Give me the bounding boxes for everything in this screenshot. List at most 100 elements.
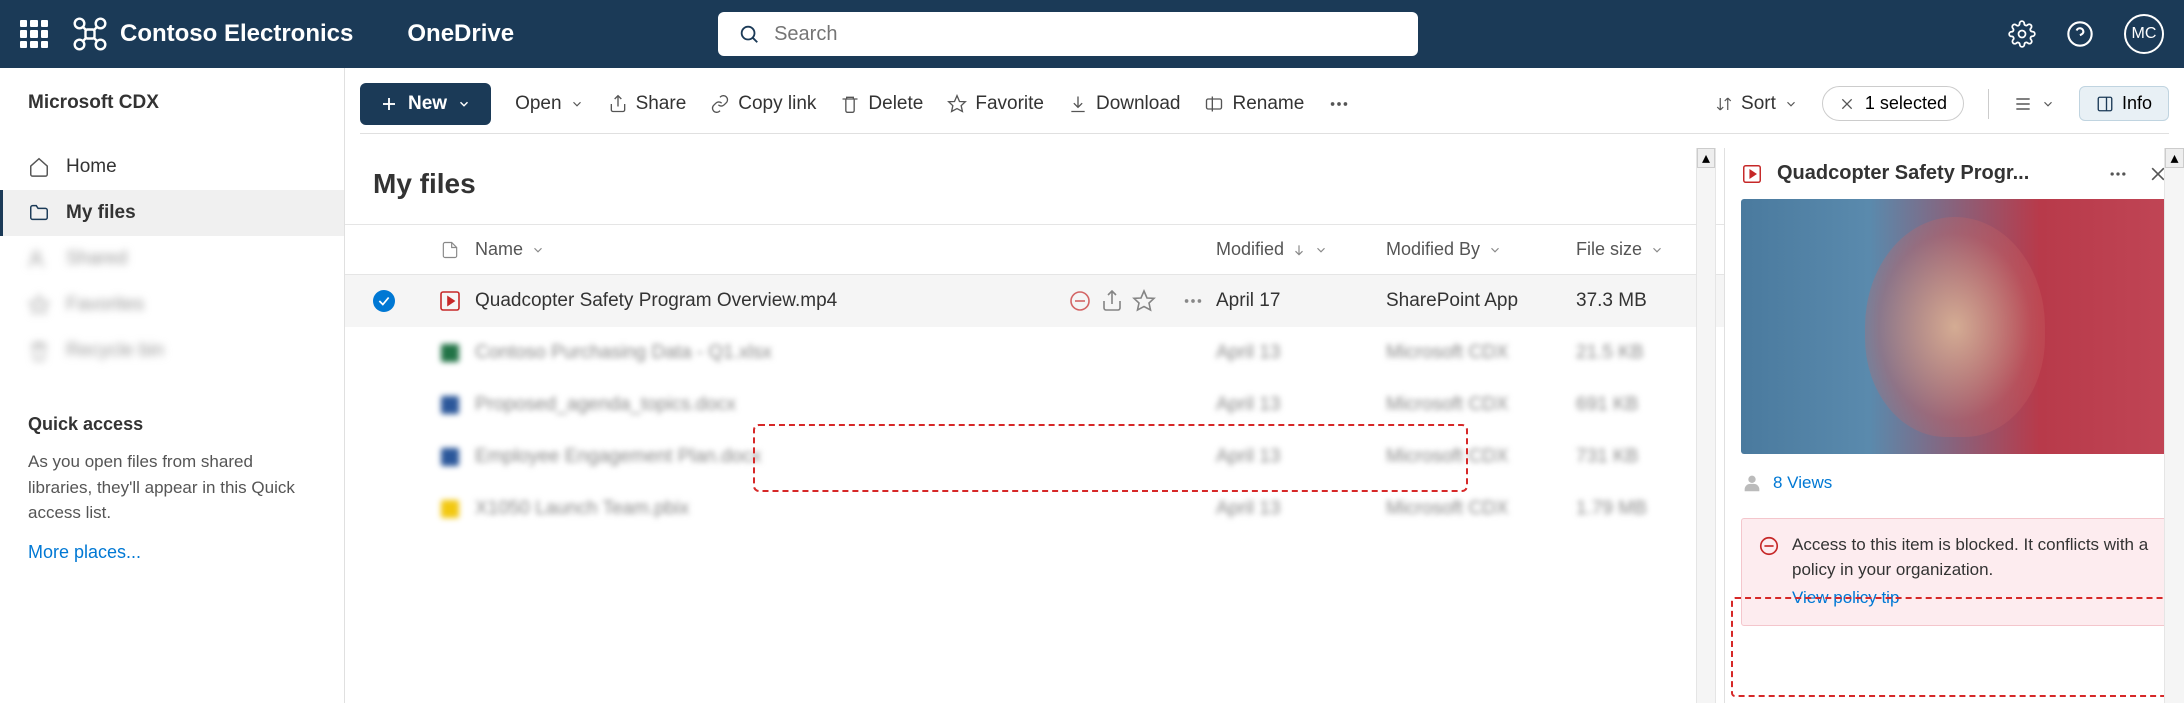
drone-icon (72, 16, 108, 52)
sidebar-item-label: Shared (66, 248, 127, 270)
sidebar: Microsoft CDX Home My files Shared Favor… (0, 68, 345, 703)
file-table: Name Modified Modified By File size (345, 224, 1724, 535)
page-title: My files (345, 148, 1724, 224)
docx-file-icon (438, 445, 462, 469)
policy-tip-link[interactable]: View policy tip (1792, 586, 2151, 611)
chevron-down-icon (1314, 243, 1328, 257)
search-input[interactable] (774, 23, 1398, 46)
chevron-down-icon (1488, 243, 1502, 257)
file-size: 731 KB (1576, 446, 1696, 468)
docx-file-icon (438, 393, 462, 417)
outer-scrollbar[interactable]: ▴ (2164, 148, 2184, 703)
file-icon (440, 240, 460, 260)
more-icon[interactable] (2108, 164, 2128, 184)
close-icon[interactable] (1839, 96, 1855, 112)
check-icon (377, 294, 391, 308)
tenant-name: Microsoft CDX (0, 92, 344, 114)
selection-count[interactable]: 1 selected (1822, 86, 1964, 121)
policy-text: Access to this item is blocked. It confl… (1792, 535, 2148, 579)
header-right: MC (2008, 14, 2164, 54)
col-filesize-header[interactable]: File size (1576, 239, 1696, 260)
table-row[interactable]: Contoso Purchasing Data - Q1.xlsx April … (345, 327, 1724, 379)
file-modifiedby: Microsoft CDX (1386, 342, 1576, 364)
row-check[interactable] (373, 290, 395, 312)
col-modified-header[interactable]: Modified (1216, 239, 1386, 260)
table-row[interactable]: Employee Engagement Plan.docx April 13 M… (345, 431, 1724, 483)
file-modifiedby: Microsoft CDX (1386, 446, 1576, 468)
quick-access-desc: As you open files from shared libraries,… (0, 449, 344, 526)
file-modified: April 13 (1216, 446, 1386, 468)
file-size: 37.3 MB (1576, 290, 1696, 312)
avatar[interactable]: MC (2124, 14, 2164, 54)
brand-logo: Contoso Electronics (72, 16, 353, 52)
brand-name: Contoso Electronics (120, 20, 353, 48)
star-icon[interactable] (1132, 289, 1156, 313)
selection-text: 1 selected (1865, 93, 1947, 114)
help-icon[interactable] (2066, 20, 2094, 48)
file-modified: April 13 (1216, 498, 1386, 520)
chevron-down-icon (2041, 97, 2055, 111)
sort-button[interactable]: Sort (1715, 93, 1798, 115)
list-view-icon (2013, 94, 2033, 114)
file-size: 1.79 MB (1576, 498, 1696, 520)
pbix-file-icon (438, 497, 462, 521)
home-icon (28, 156, 50, 178)
file-name: Contoso Purchasing Data - Q1.xlsx (475, 342, 772, 364)
file-modified: April 13 (1216, 342, 1386, 364)
sidebar-item-label: Favorites (66, 294, 144, 316)
col-modifiedby-header[interactable]: Modified By (1386, 239, 1576, 260)
inner-scrollbar[interactable]: ▴ (1696, 148, 1716, 703)
blocked-icon[interactable] (1068, 289, 1092, 313)
table-row[interactable]: X1050 Launch Team.pbix April 13 Microsof… (345, 483, 1724, 535)
settings-icon[interactable] (2008, 20, 2036, 48)
table-row[interactable]: Quadcopter Safety Program Overview.mp4 A… (345, 275, 1724, 327)
sidebar-item-favorites[interactable]: Favorites (0, 282, 344, 328)
panel-header: Quadcopter Safety Progr... (1741, 162, 2168, 185)
person-icon (1741, 472, 1763, 494)
sidebar-item-shared[interactable]: Shared (0, 236, 344, 282)
file-size: 21.5 KB (1576, 342, 1696, 364)
app-launcher-icon[interactable] (20, 20, 48, 48)
more-icon[interactable] (1182, 290, 1204, 312)
chevron-down-icon (531, 243, 545, 257)
file-section: My files Name Modified (345, 68, 1724, 703)
file-name: Employee Engagement Plan.docx (475, 446, 761, 468)
info-label: Info (2122, 93, 2152, 114)
sidebar-item-home[interactable]: Home (0, 144, 344, 190)
sidebar-item-label: Home (66, 156, 117, 178)
file-name: Proposed_agenda_topics.docx (475, 394, 736, 416)
file-name: X1050 Launch Team.pbix (475, 498, 689, 520)
main-layout: Microsoft CDX Home My files Shared Favor… (0, 68, 2184, 703)
info-icon (2096, 95, 2114, 113)
table-row[interactable]: Proposed_agenda_topics.docx April 13 Mic… (345, 379, 1724, 431)
info-button[interactable]: Info (2079, 86, 2169, 121)
avatar-initials: MC (2132, 25, 2157, 43)
toolbar-divider (1988, 89, 1989, 119)
file-modifiedby: SharePoint App (1386, 290, 1576, 312)
more-places-link[interactable]: More places... (0, 542, 344, 563)
view-switch-button[interactable] (2013, 94, 2055, 114)
col-name-header[interactable]: Name (475, 239, 1216, 260)
search-box[interactable] (718, 12, 1418, 56)
share-icon[interactable] (1100, 289, 1124, 313)
blocked-icon (1758, 535, 1780, 557)
app-name[interactable]: OneDrive (407, 20, 514, 48)
arrow-down-icon (1292, 243, 1306, 257)
video-file-icon (1741, 163, 1763, 185)
content-area: New Open Share Copy link Delete Favo (345, 68, 2184, 703)
file-size: 691 KB (1576, 394, 1696, 416)
quick-access-title: Quick access (0, 414, 344, 435)
scroll-up-arrow[interactable]: ▴ (1697, 148, 1715, 168)
chevron-down-icon (1650, 243, 1664, 257)
views-line: 8 Views (1741, 472, 2168, 494)
policy-banner: Access to this item is blocked. It confl… (1741, 518, 2168, 626)
sidebar-item-recyclebin[interactable]: Recycle bin (0, 328, 344, 374)
people-icon (28, 248, 50, 270)
sidebar-item-myfiles[interactable]: My files (0, 190, 344, 236)
file-modifiedby: Microsoft CDX (1386, 498, 1576, 520)
views-link[interactable]: 8 Views (1773, 473, 1832, 493)
video-thumbnail[interactable] (1741, 199, 2168, 454)
scroll-up-arrow[interactable]: ▴ (2165, 148, 2184, 168)
video-file-icon (438, 289, 462, 313)
header-bar: Contoso Electronics OneDrive MC (0, 0, 2184, 68)
